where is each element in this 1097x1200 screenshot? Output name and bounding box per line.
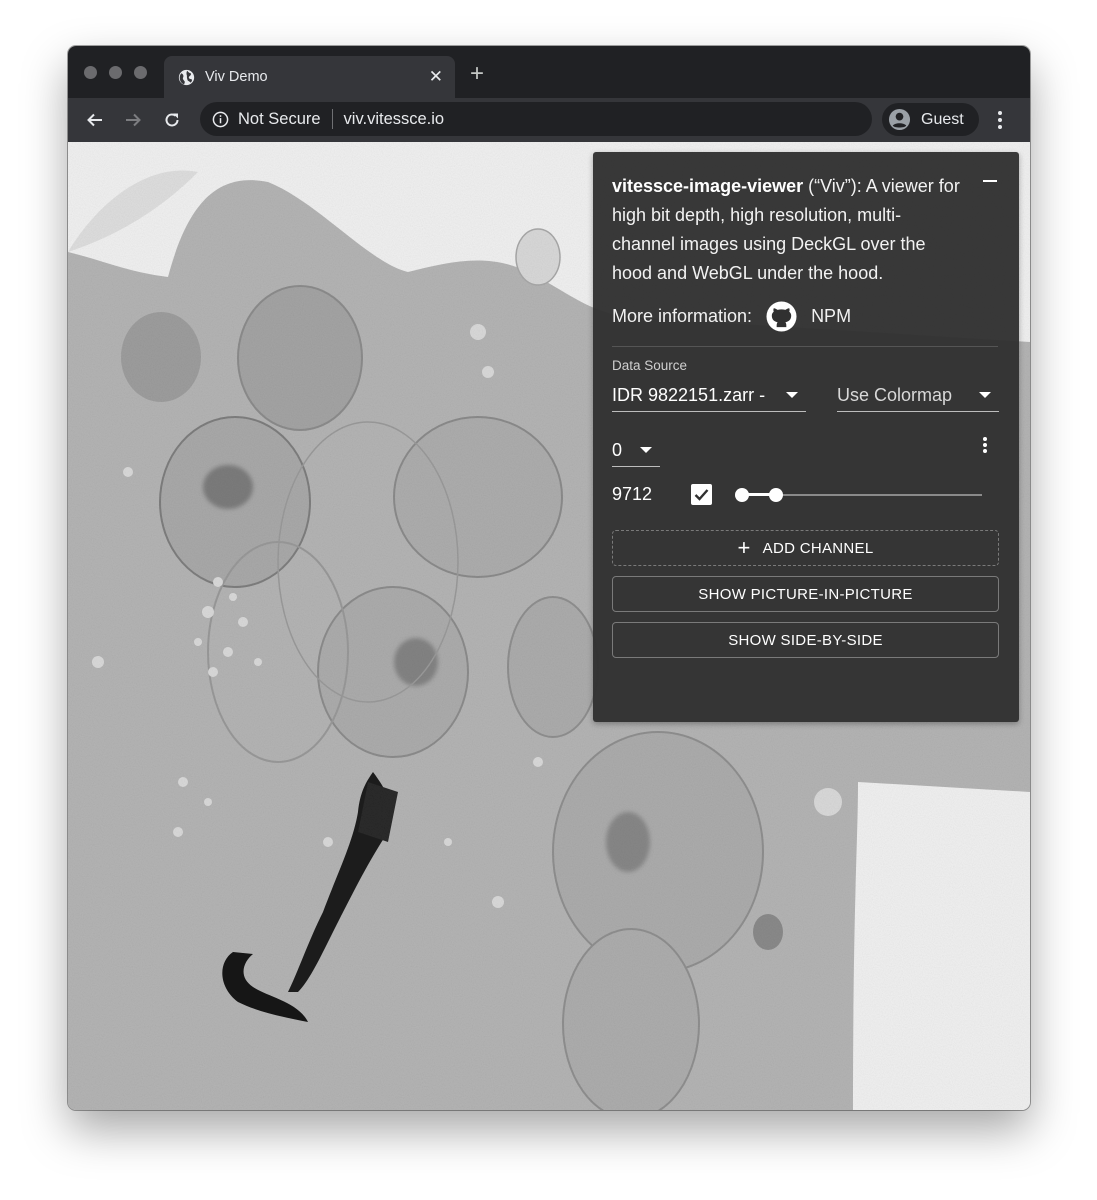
image-viewer-canvas[interactable]: vitessce-image-viewer (“Viv”): A viewer … — [68, 142, 1030, 1110]
channel-header-row: 0 — [612, 434, 1000, 468]
globe-icon — [178, 69, 195, 85]
caret-down-icon — [786, 392, 798, 398]
more-info-row: More information: NPM — [612, 301, 1000, 332]
info-icon[interactable] — [212, 111, 229, 128]
picture-in-picture-label: SHOW PICTURE-IN-PICTURE — [698, 585, 913, 603]
arrow-right-icon — [126, 113, 141, 127]
channel-value: 9712 — [612, 484, 653, 504]
profile-button[interactable]: Guest — [882, 103, 979, 136]
back-button[interactable] — [84, 109, 106, 131]
profile-label: Guest — [921, 110, 964, 128]
app-name: vitessce-image-viewer — [612, 176, 804, 196]
arrow-left-icon — [87, 113, 102, 127]
reload-icon — [165, 113, 179, 127]
caret-down-icon — [640, 447, 652, 453]
tab-title: Viv Demo — [205, 69, 268, 85]
channel-select[interactable]: 0 — [612, 434, 660, 467]
side-by-side-button[interactable]: SHOW SIDE-BY-SIDE — [612, 622, 999, 658]
channel-controls-row: 9712 — [612, 476, 1000, 516]
github-icon[interactable] — [766, 301, 797, 332]
panel-description: vitessce-image-viewer (“Viv”): A viewer … — [612, 172, 962, 288]
data-source-label: Data Source — [612, 358, 688, 373]
tab-viv-demo[interactable]: Viv Demo ✕ — [164, 56, 455, 98]
collapse-panel-button[interactable] — [983, 180, 997, 182]
browser-menu-icon[interactable] — [994, 110, 1006, 130]
panel-divider — [612, 346, 998, 347]
url-text[interactable]: viv.vitessce.io — [344, 110, 445, 129]
forward-button[interactable] — [122, 109, 144, 131]
more-info-label: More information: — [612, 306, 753, 326]
slider-thumb-min[interactable] — [735, 488, 749, 502]
slider-thumb-max[interactable] — [768, 488, 783, 502]
source-selects: IDR 9822151.zarr - Use Colormap — [612, 379, 999, 412]
colormap-value: Use Colormap — [837, 384, 953, 405]
control-panel: vitessce-image-viewer (“Viv”): A viewer … — [593, 152, 1019, 722]
browser-toolbar: Not Secure viv.vitessce.io Guest — [68, 98, 1030, 142]
zoom-window-button[interactable] — [134, 66, 147, 79]
address-bar[interactable]: Not Secure viv.vitessce.io — [200, 102, 872, 136]
minimize-window-button[interactable] — [109, 66, 122, 79]
channel-select-value: 0 — [612, 439, 623, 460]
colormap-select[interactable]: Use Colormap — [837, 379, 999, 412]
contrast-range-slider[interactable] — [735, 486, 982, 504]
add-channel-label: ADD CHANNEL — [762, 539, 874, 557]
channel-visibility-checkbox[interactable] — [691, 484, 712, 505]
account-icon — [888, 108, 911, 131]
close-tab-icon[interactable]: ✕ — [429, 67, 443, 87]
plus-icon: + — [737, 535, 751, 560]
browser-window: Viv Demo ✕ + Not Secure viv.vitessce.io … — [68, 46, 1030, 1110]
picture-in-picture-button[interactable]: SHOW PICTURE-IN-PICTURE — [612, 576, 999, 612]
close-window-button[interactable] — [84, 66, 97, 79]
side-by-side-label: SHOW SIDE-BY-SIDE — [728, 631, 883, 649]
data-source-select[interactable]: IDR 9822151.zarr - — [612, 379, 806, 412]
caret-down-icon — [979, 392, 991, 398]
address-separator — [331, 109, 333, 129]
new-tab-button[interactable]: + — [470, 62, 484, 86]
channel-options-icon[interactable] — [982, 436, 988, 454]
security-status: Not Secure — [238, 109, 321, 128]
data-source-value: IDR 9822151.zarr - — [612, 384, 766, 405]
npm-link[interactable]: NPM — [811, 306, 851, 327]
title-bar: Viv Demo ✕ + — [68, 46, 1030, 98]
add-channel-button[interactable]: + ADD CHANNEL — [612, 530, 999, 566]
checkmark-icon — [694, 489, 709, 501]
reload-button[interactable] — [161, 109, 183, 131]
